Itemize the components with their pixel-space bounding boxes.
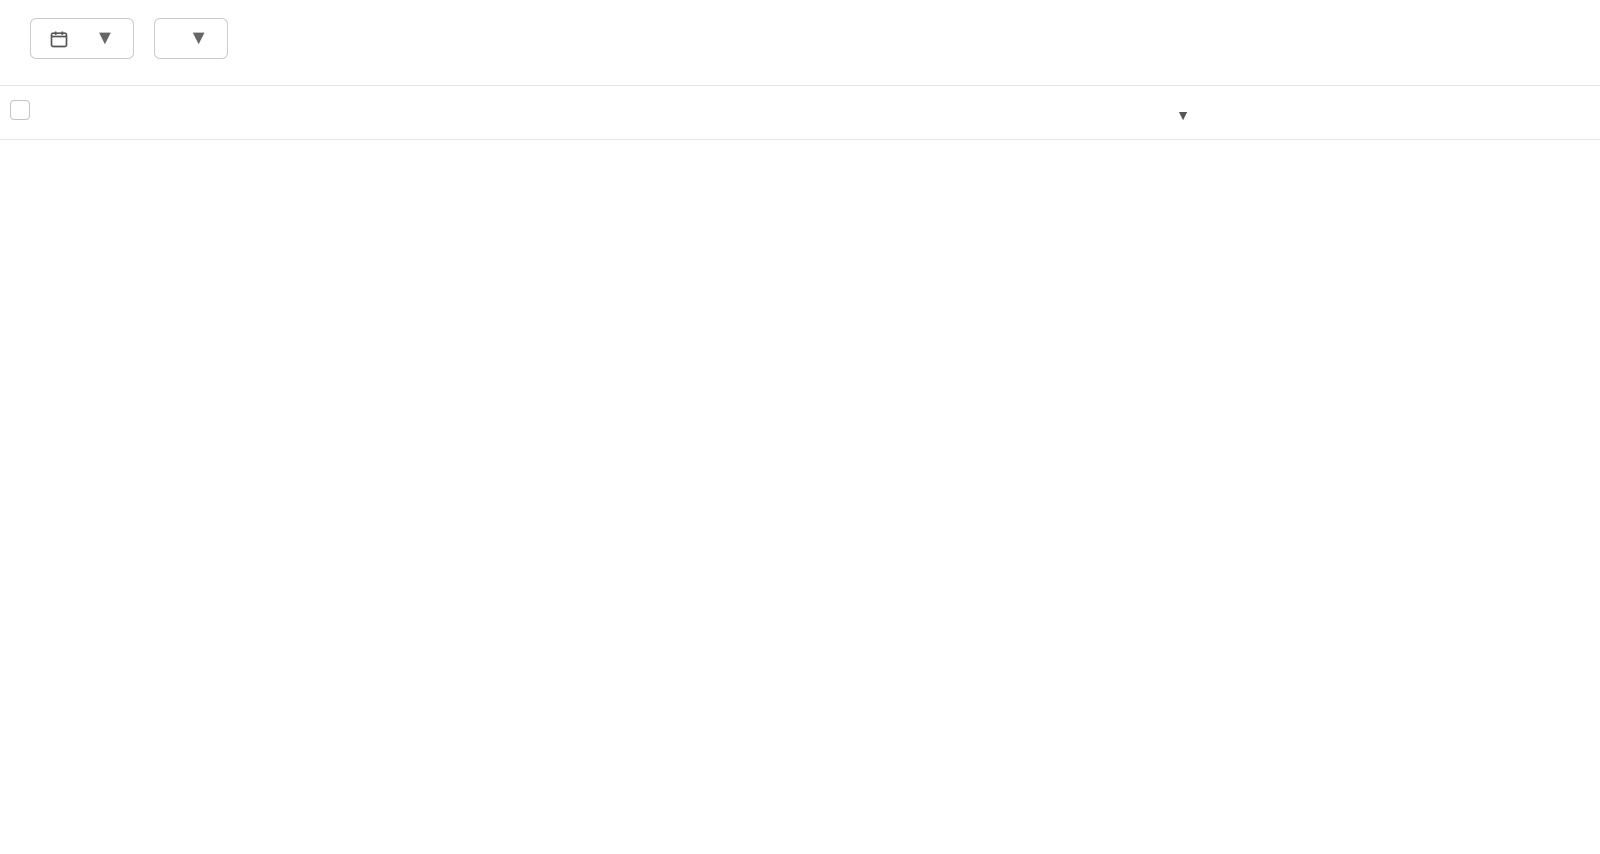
col-header-change[interactable] (1200, 86, 1303, 140)
calendar-icon (49, 29, 69, 49)
col-header-volume[interactable] (656, 86, 769, 140)
select-all-checkbox[interactable] (10, 100, 30, 120)
col-header-ad[interactable] (595, 86, 657, 140)
caret-down-icon: ▼ (95, 27, 115, 50)
compare-date-button[interactable]: ▼ (154, 18, 228, 59)
date-picker-button[interactable]: ▼ (30, 18, 134, 59)
col-header-cpc[interactable] (841, 86, 944, 140)
col-header-traffic[interactable]: ▼ (1097, 86, 1200, 140)
keywords-table: ▼ (0, 85, 1600, 140)
col-header-paid-org[interactable] (944, 86, 1098, 140)
col-header-keyword[interactable] (41, 86, 595, 140)
col-header-position[interactable] (1303, 86, 1508, 140)
toolbar: ▼ ▼ (0, 0, 1600, 85)
col-header-kd[interactable] (769, 86, 841, 140)
caret-down-icon: ▼ (189, 27, 209, 50)
sort-desc-icon: ▼ (1176, 108, 1190, 124)
col-header-checkbox[interactable] (0, 86, 41, 140)
